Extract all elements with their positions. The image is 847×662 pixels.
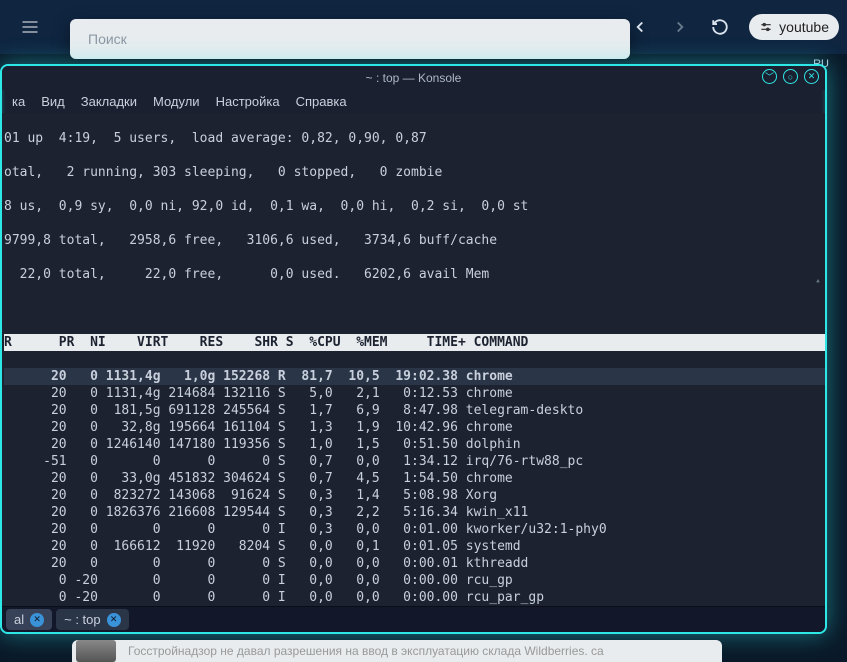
konsole-tabs: al ✕ ~ : top ✕ — [2, 606, 825, 632]
back-icon[interactable] — [629, 16, 651, 38]
tab-label: ~ : top — [64, 612, 101, 627]
menu-item[interactable]: Закладки — [81, 94, 137, 109]
menu-item[interactable]: Настройка — [216, 94, 280, 109]
forward-icon[interactable] — [669, 16, 691, 38]
process-row: 20 0 0 0 0 S 0,0 0,0 0:00.01 kthreadd — [4, 555, 825, 572]
konsole-window: ~ : top — Konsole ﹀ ○ ✕ ка Вид Закладки … — [0, 64, 827, 634]
column-header: R PR NI VIRT RES SHR S %CPU %MEM TIME+ C… — [4, 334, 825, 351]
bottom-preview[interactable]: Госстройнадзор не давал разрешения на вв… — [72, 640, 722, 662]
window-title: ~ : top — Konsole — [366, 71, 462, 85]
summary-line: otal, 2 running, 303 sleeping, 0 stopped… — [4, 164, 825, 181]
menu-item[interactable]: Справка — [296, 94, 347, 109]
process-row: -51 0 0 0 0 S 0,7 0,0 1:34.12 irq/76-rtw… — [4, 453, 825, 470]
search-placeholder: Поиск — [88, 31, 127, 47]
close-tab-icon[interactable]: ✕ — [30, 613, 44, 627]
scrollbar[interactable]: ▴ ▾ — [813, 239, 823, 606]
window-titlebar[interactable]: ~ : top — Konsole ﹀ ○ ✕ — [2, 66, 825, 90]
search-input[interactable]: Поиск — [70, 19, 630, 59]
browser-nav: youtube — [621, 0, 847, 54]
menubar: ка Вид Закладки Модули Настройка Справка — [2, 90, 825, 113]
menu-item[interactable]: Вид — [41, 94, 65, 109]
process-row: 20 0 181,5g 691128 245564 S 1,7 6,9 8:47… — [4, 402, 825, 419]
maximize-button[interactable]: ○ — [783, 69, 798, 84]
summary-line: 22,0 total, 22,0 free, 0,0 used. 6202,6 … — [4, 266, 825, 283]
close-tab-icon[interactable]: ✕ — [107, 613, 121, 627]
process-row: 20 0 1131,4g 214684 132116 S 5,0 2,1 0:1… — [4, 385, 825, 402]
process-row: 20 0 1246140 147180 119356 S 1,0 1,5 0:5… — [4, 436, 825, 453]
blank-line — [4, 300, 825, 317]
menu-item[interactable]: ка — [12, 94, 25, 109]
summary-line: 9799,8 total, 2958,6 free, 3106,6 used, … — [4, 232, 825, 249]
process-row: 20 0 33,0g 451832 304624 S 0,7 4,5 1:54.… — [4, 470, 825, 487]
thumbnail — [76, 640, 116, 662]
terminal-output[interactable]: 01 up 4:19, 5 users, load average: 0,82,… — [2, 113, 825, 606]
summary-line: 8 us, 0,9 sy, 0,0 ni, 92,0 id, 0,1 wa, 0… — [4, 198, 825, 215]
tab-label: al — [14, 612, 24, 627]
address-pill[interactable]: youtube — [749, 14, 839, 40]
close-button[interactable]: ✕ — [804, 69, 819, 84]
hamburger-icon[interactable] — [8, 5, 52, 49]
bottom-hint-text: Госстройнадзор не давал разрешения на вв… — [128, 644, 604, 658]
summary-line: 01 up 4:19, 5 users, load average: 0,82,… — [4, 130, 825, 147]
konsole-tab[interactable]: al ✕ — [6, 609, 52, 630]
process-row: 0 -20 0 0 0 I 0,0 0,0 0:00.00 rcu_par_gp — [4, 589, 825, 606]
process-row: 20 0 166612 11920 8204 S 0,0 0,1 0:01.05… — [4, 538, 825, 555]
process-row: 20 0 32,8g 195664 161104 S 1,3 1,9 10:42… — [4, 419, 825, 436]
konsole-tab-active[interactable]: ~ : top ✕ — [56, 609, 129, 630]
process-row: 0 -20 0 0 0 I 0,0 0,0 0:00.00 rcu_gp — [4, 572, 825, 589]
scroll-up-icon[interactable]: ▴ — [813, 273, 823, 283]
menu-item[interactable]: Модули — [153, 94, 200, 109]
process-row: 20 0 1131,4g 1,0g 152268 R 81,7 10,5 19:… — [4, 368, 825, 385]
reload-icon[interactable] — [709, 16, 731, 38]
minimize-button[interactable]: ﹀ — [762, 69, 777, 84]
process-row: 20 0 1826376 216608 129544 S 0,3 2,2 5:1… — [4, 504, 825, 521]
process-row: 20 0 823272 143068 91624 S 0,3 1,4 5:08.… — [4, 487, 825, 504]
browser-top-bar: Поиск youtube — [0, 0, 847, 54]
pill-text: youtube — [779, 19, 829, 35]
process-row: 20 0 0 0 0 I 0,3 0,0 0:01.00 kworker/u32… — [4, 521, 825, 538]
